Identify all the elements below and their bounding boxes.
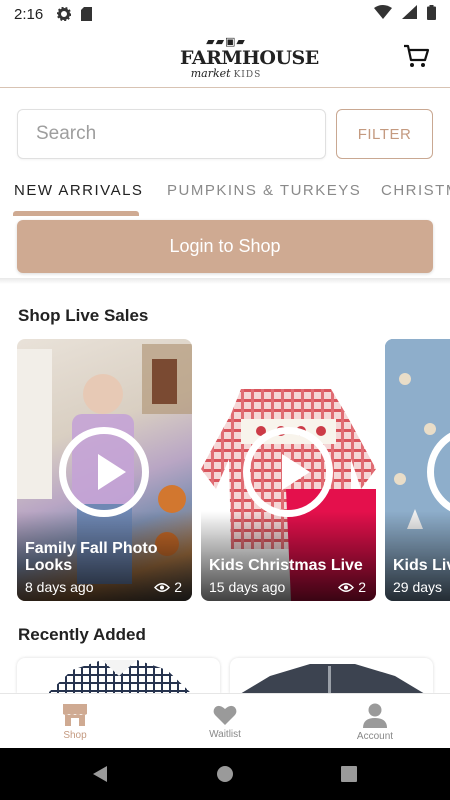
live-sale-view-count: 2 xyxy=(358,579,366,595)
search-input[interactable] xyxy=(17,109,326,159)
nav-shop-label: Shop xyxy=(63,729,87,741)
live-sale-age: 15 days ago xyxy=(209,579,286,595)
eye-icon xyxy=(154,582,171,592)
live-sale-meta: 8 days ago 2 xyxy=(25,579,182,595)
status-right xyxy=(374,4,436,24)
live-sale-age: 29 days xyxy=(393,579,443,595)
live-sale-meta: 29 days xyxy=(393,579,450,595)
live-sale-title: Kids Christmas Live xyxy=(209,557,363,574)
play-icon[interactable] xyxy=(59,427,149,517)
live-sale-title: Family Fall Photo Looks xyxy=(25,540,158,574)
login-to-shop-button[interactable]: Login to Shop xyxy=(17,220,433,273)
live-sales-carousel[interactable]: Family Fall Photo Looks 8 days ago 2 Kid… xyxy=(0,339,450,601)
settings-gear-icon xyxy=(57,7,72,21)
bottom-navigation: Shop Waitlist Account xyxy=(0,693,450,748)
product-card[interactable] xyxy=(17,658,220,694)
tab-christmas[interactable]: CHRISTMAS xyxy=(381,182,450,199)
product-card[interactable] xyxy=(230,658,433,694)
signal-icon xyxy=(402,5,417,23)
product-thumbnail xyxy=(47,660,192,694)
live-sale-card[interactable]: Kids Christmas Live 15 days ago 2 xyxy=(201,339,376,601)
sd-card-icon xyxy=(81,7,93,21)
live-sale-title: Kids Live Me and xyxy=(393,557,450,574)
live-sale-age: 8 days ago xyxy=(25,579,94,595)
back-icon xyxy=(93,766,107,782)
product-thumbnail xyxy=(240,664,425,694)
section-divider xyxy=(0,278,450,284)
logo-sub: market KIDS xyxy=(180,68,272,81)
live-sale-card[interactable]: Kids Live Me and 29 days xyxy=(385,339,450,601)
live-sale-view-count: 2 xyxy=(174,579,182,595)
tab-new-arrivals[interactable]: NEW ARRIVALS xyxy=(14,182,143,199)
logo-sub-market: market xyxy=(190,67,231,80)
app-screen: 2:16 ▰▰▣▰ FARMHOUSE market KIDS Search F… xyxy=(0,0,450,800)
live-sale-views: 2 xyxy=(154,579,182,595)
category-tabs: NEW ARRIVALS PUMPKINS & TURKEYS CHRISTMA… xyxy=(0,170,450,216)
active-tab-indicator xyxy=(13,211,139,216)
battery-icon xyxy=(427,4,436,24)
live-sale-views: 2 xyxy=(338,579,366,595)
status-time: 2:16 xyxy=(14,5,44,23)
cart-icon[interactable] xyxy=(402,42,430,70)
filter-button[interactable]: FILTER xyxy=(336,109,433,159)
app-header: ▰▰▣▰ FARMHOUSE market KIDS xyxy=(0,28,450,88)
logo-brand: FARMHOUSE xyxy=(180,47,319,69)
store-icon xyxy=(63,703,87,726)
farmhouse-market-kids-logo[interactable]: ▰▰▣▰ FARMHOUSE market KIDS xyxy=(180,36,319,82)
eye-icon xyxy=(338,582,355,592)
wifi-icon xyxy=(374,5,392,23)
system-navigation-bar xyxy=(0,748,450,800)
recents-icon xyxy=(341,766,357,782)
logo-sub-kids: KIDS xyxy=(233,70,262,80)
tab-pumpkins-turkeys[interactable]: PUMPKINS & TURKEYS xyxy=(167,182,361,199)
status-bar: 2:16 xyxy=(0,0,450,28)
nav-account[interactable]: Account xyxy=(300,694,450,749)
live-sales-heading: Shop Live Sales xyxy=(18,306,149,325)
play-icon[interactable] xyxy=(243,427,333,517)
live-sale-meta: 15 days ago 2 xyxy=(209,579,366,595)
recently-added-heading: Recently Added xyxy=(18,625,146,644)
nav-account-label: Account xyxy=(356,730,394,742)
live-sale-card[interactable]: Family Fall Photo Looks 8 days ago 2 xyxy=(17,339,192,601)
heart-icon xyxy=(213,705,237,725)
nav-shop[interactable]: Shop xyxy=(0,694,150,749)
person-icon xyxy=(363,703,387,728)
nav-waitlist[interactable]: Waitlist xyxy=(150,694,300,749)
nav-waitlist-label: Waitlist xyxy=(209,728,241,740)
home-icon xyxy=(217,766,233,782)
